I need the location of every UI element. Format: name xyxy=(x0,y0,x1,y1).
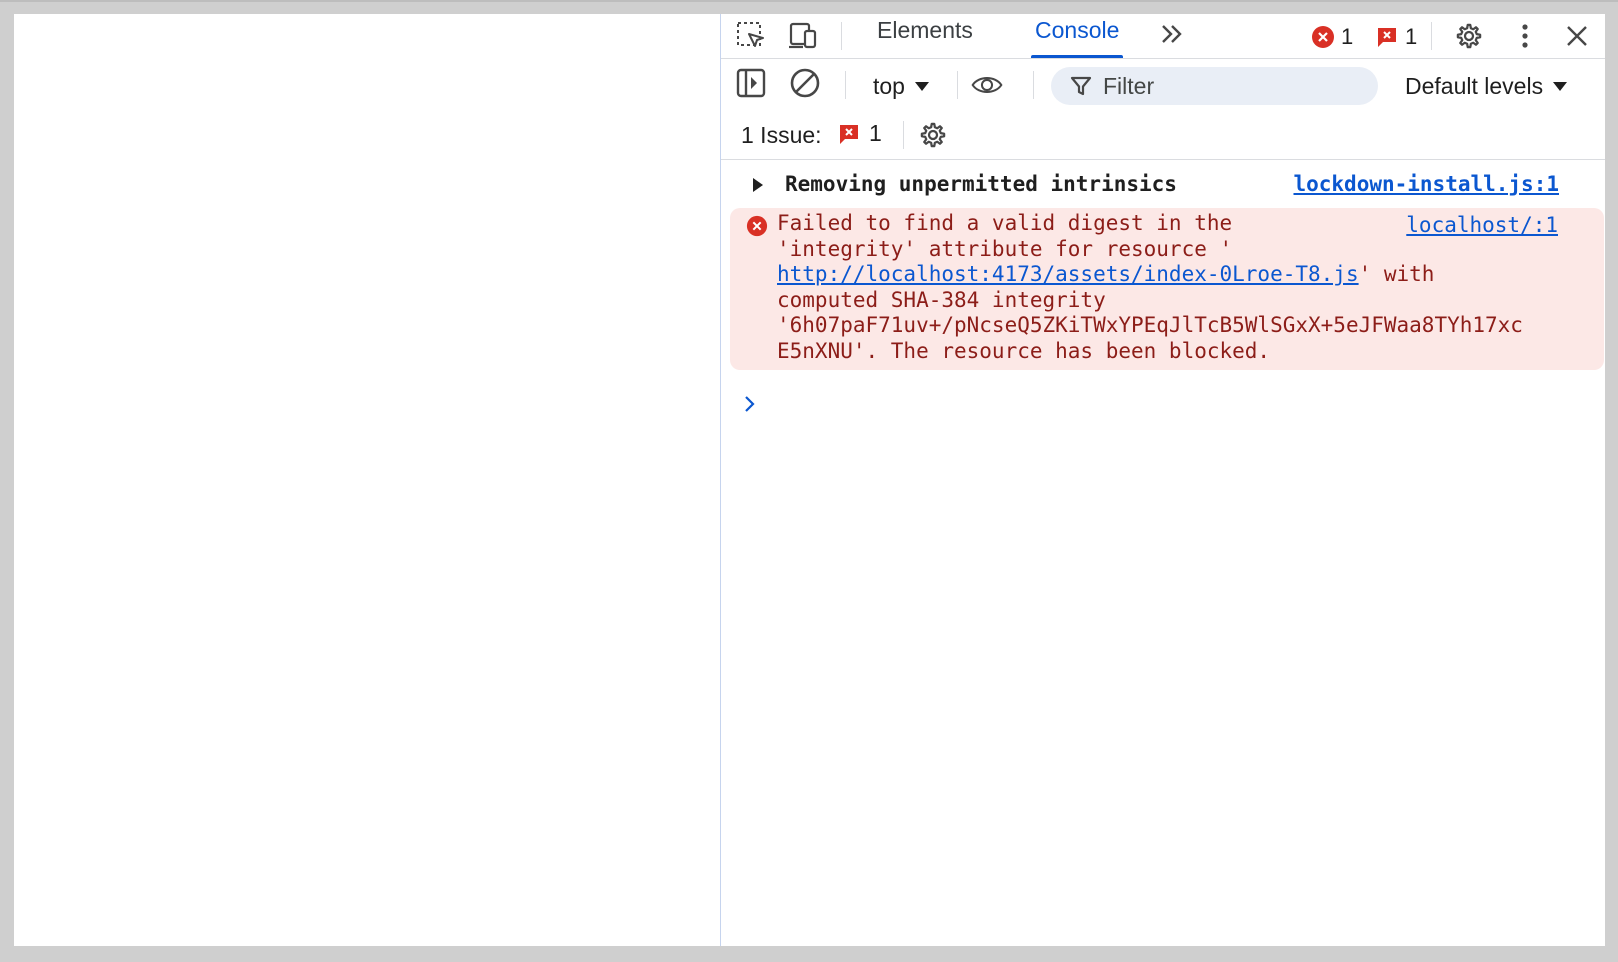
issue-flag-icon xyxy=(840,124,858,144)
log-levels-label: Default levels xyxy=(1405,73,1544,99)
error-line: '6h07paF71uv+/pNcseQ5ZKiTWxYPEqJlTcB5WlS… xyxy=(777,313,1523,337)
toolbar-divider xyxy=(903,121,904,149)
issue-counter[interactable]: 1 xyxy=(1375,22,1417,52)
error-icon xyxy=(746,215,768,237)
console-message-info[interactable]: Removing unpermitted intrinsics lockdown… xyxy=(721,160,1605,206)
console-messages: Removing unpermitted intrinsics lockdown… xyxy=(721,160,1605,412)
tab-elements[interactable]: Elements xyxy=(877,14,973,58)
filter-field[interactable] xyxy=(1051,67,1378,105)
issues-link[interactable]: 1 xyxy=(837,120,882,147)
live-expression-eye-icon[interactable] xyxy=(971,69,1003,101)
page-viewport xyxy=(14,14,720,946)
toolbar-divider xyxy=(1033,71,1034,99)
toolbar-divider xyxy=(1431,22,1432,50)
error-count: 1 xyxy=(1341,24,1354,49)
console-message-error: localhost/:1 Failed to find a valid dige… xyxy=(730,208,1604,370)
console-settings-icon[interactable] xyxy=(917,119,949,151)
context-selector-label: top xyxy=(873,73,905,99)
clear-console-icon[interactable] xyxy=(789,67,821,99)
device-toolbar-icon[interactable] xyxy=(787,20,819,52)
expand-triangle-icon[interactable] xyxy=(753,178,763,192)
filter-input[interactable] xyxy=(1101,71,1355,101)
error-icon xyxy=(1312,26,1334,48)
window-top-border xyxy=(0,0,1618,2)
inspect-element-icon[interactable] xyxy=(735,20,767,52)
message-source-link[interactable]: lockdown-install.js:1 xyxy=(1293,172,1559,196)
log-levels-dropdown[interactable]: Default levels xyxy=(1405,73,1568,100)
context-selector[interactable]: top xyxy=(873,73,929,100)
chevron-down-icon xyxy=(914,82,929,91)
error-line: Failed to find a valid digest in the xyxy=(777,211,1233,235)
issue-flag-icon xyxy=(1378,28,1396,47)
resource-url-link[interactable]: http://localhost:4173/assets/index-0Lroe… xyxy=(777,262,1359,286)
toolbar-divider xyxy=(957,71,958,99)
prompt-chevron-icon[interactable] xyxy=(743,392,757,420)
error-line: 'integrity' attribute for resource ' xyxy=(777,236,1233,261)
error-line: E5nXNU'. The resource has been blocked. xyxy=(777,338,1271,363)
filter-funnel-icon xyxy=(1070,76,1092,96)
issues-count-value: 1 xyxy=(869,120,882,146)
issue-count: 1 xyxy=(1405,24,1418,49)
error-line: computed SHA-384 integrity xyxy=(777,287,1106,312)
console-toolbar: top Default levels xyxy=(721,59,1605,109)
error-message-text: Failed to find a valid digest in the 'in… xyxy=(777,211,1577,364)
sidebar-toggle-icon[interactable] xyxy=(735,67,767,99)
tab-console[interactable]: Console xyxy=(1030,14,1124,58)
settings-icon[interactable] xyxy=(1453,20,1485,52)
more-tabs-icon[interactable] xyxy=(1158,20,1186,54)
toolbar-divider xyxy=(841,22,842,50)
error-line: ' with xyxy=(1358,262,1435,286)
devtools-panel: Elements Console 1 1 top Filter Default … xyxy=(720,14,1605,946)
error-counter[interactable]: 1 xyxy=(1311,22,1353,52)
devtools-tabbar: Elements Console 1 1 xyxy=(721,14,1605,59)
message-text: Removing unpermitted intrinsics xyxy=(785,172,1177,196)
issues-label: 1 Issue: xyxy=(741,122,822,148)
chevron-down-icon xyxy=(1553,82,1568,91)
kebab-menu-icon[interactable] xyxy=(1509,20,1541,52)
toolbar-divider xyxy=(845,71,846,99)
close-icon[interactable] xyxy=(1561,20,1593,52)
issues-bar: 1 Issue: 1 xyxy=(721,111,1605,160)
